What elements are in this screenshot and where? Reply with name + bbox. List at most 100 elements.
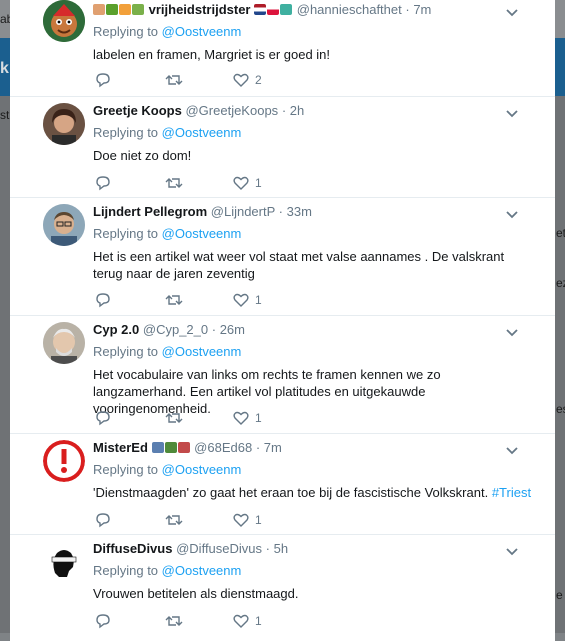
- user-handle[interactable]: @LijndertP: [211, 204, 275, 219]
- user-handle[interactable]: @68Ed68: [194, 440, 252, 455]
- reply-icon: [96, 513, 110, 528]
- flag-emoji-row: [254, 2, 297, 17]
- emoji-row: [151, 440, 195, 455]
- retweet-icon: [165, 295, 183, 305]
- user-handle[interactable]: @DiffuseDivus: [176, 541, 262, 556]
- heart-icon: [233, 293, 249, 307]
- like-count: 1: [255, 293, 262, 307]
- avatar[interactable]: [43, 103, 85, 145]
- heart-icon: [233, 513, 249, 527]
- replying-to-link[interactable]: @Oostveenm: [162, 563, 242, 578]
- heart-icon: [233, 176, 249, 190]
- display-name[interactable]: Cyp 2.0: [93, 322, 139, 337]
- user-photo-icon: [43, 103, 85, 145]
- replying-to: Replying to @Oostveenm: [93, 344, 242, 359]
- reply-tweet[interactable]: Lijndert Pellegrom @LijndertP · 33m Repl…: [10, 198, 555, 316]
- hashtag-link[interactable]: #Triest: [492, 485, 531, 500]
- tweet-text: Vrouwen betitelen als dienstmaagd.: [93, 586, 299, 601]
- display-name[interactable]: Greetje Koops: [93, 103, 182, 118]
- tweet-text: 'Dienstmaagden' zo gaat het eraan toe bi…: [93, 485, 532, 500]
- timestamp[interactable]: · 26m: [212, 322, 245, 337]
- replying-to: Replying to @Oostveenm: [93, 563, 242, 578]
- tractor-emoji-icon: [164, 442, 177, 453]
- replying-to-link[interactable]: @Oostveenm: [162, 226, 242, 241]
- avatar[interactable]: [43, 204, 85, 246]
- tweet-header: DiffuseDivus @DiffuseDivus · 5h: [93, 541, 288, 556]
- heart-icon: [233, 73, 249, 87]
- tweet-text: Het is een artikel wat weer vol staat me…: [93, 249, 505, 281]
- reply-tweet[interactable]: DiffuseDivus @DiffuseDivus · 5h Replying…: [10, 535, 555, 641]
- chevron-down-icon[interactable]: [504, 208, 520, 222]
- tweet-header: Lijndert Pellegrom @LijndertP · 33m: [93, 204, 312, 219]
- display-name[interactable]: MisterEd: [93, 440, 148, 455]
- retweet-icon: [165, 178, 183, 188]
- avatar[interactable]: [43, 440, 85, 482]
- reply-tweet[interactable]: Greetje Koops @GreetjeKoops · 2h Replyin…: [10, 97, 555, 198]
- reply-icon: [96, 293, 110, 308]
- replying-to-link[interactable]: @Oostveenm: [162, 344, 242, 359]
- display-name[interactable]: Lijndert Pellegrom: [93, 204, 207, 219]
- background-text-fragment: es: [556, 402, 565, 416]
- replying-to: Replying to @Oostveenm: [93, 24, 242, 39]
- tweet-text: Het vocabulaire van links om rechts te f…: [93, 367, 441, 416]
- chevron-down-icon[interactable]: [504, 6, 520, 20]
- building-emoji-icon: [151, 442, 164, 453]
- replying-to-link[interactable]: @Oostveenm: [162, 24, 242, 39]
- background-text-fragment: e: [556, 588, 563, 602]
- like-count: 1: [255, 513, 262, 527]
- user-handle[interactable]: @GreetjeKoops: [185, 103, 278, 118]
- reply-icon: [96, 73, 110, 88]
- tweet-text: Doe niet zo dom!: [93, 148, 192, 163]
- reply-tweet[interactable]: vrijheidstrijdster @hannieschafthet · 7m…: [10, 0, 555, 97]
- carrot-emoji-icon: [119, 4, 131, 15]
- warning-avatar-icon: [43, 440, 85, 482]
- user-photo-icon: [43, 204, 85, 246]
- like-count: 2: [255, 73, 262, 87]
- plant-emoji-icon: [106, 4, 118, 15]
- display-name[interactable]: vrijheidstrijdster: [149, 2, 251, 17]
- replying-to: Replying to @Oostveenm: [93, 125, 242, 140]
- replying-to: Replying to @Oostveenm: [93, 226, 242, 241]
- retweet-icon: [165, 515, 183, 525]
- replies-panel: vrijheidstrijdster @hannieschafthet · 7m…: [10, 0, 555, 641]
- timestamp[interactable]: · 7m: [405, 2, 431, 17]
- mascot-avatar-icon: [43, 0, 85, 42]
- tweet-header: Cyp 2.0 @Cyp_2_0 · 26m: [93, 322, 245, 337]
- user-handle[interactable]: @hannieschafthet: [297, 2, 402, 17]
- user-photo-icon: [43, 322, 85, 364]
- reply-tweet[interactable]: Cyp 2.0 @Cyp_2_0 · 26m Replying to @Oost…: [10, 316, 555, 434]
- like-count: 1: [255, 614, 262, 628]
- poland-flag-icon: [267, 4, 280, 15]
- display-name[interactable]: DiffuseDivus: [93, 541, 172, 556]
- tweet-header: MisterEd @68Ed68 · 7m: [93, 440, 282, 455]
- timestamp[interactable]: · 2h: [282, 103, 304, 118]
- reply-tweet[interactable]: MisterEd @68Ed68 · 7m Replying to @Oostv…: [10, 434, 555, 535]
- replying-to: Replying to @Oostveenm: [93, 462, 242, 477]
- avatar[interactable]: [43, 322, 85, 364]
- like-count: 1: [255, 176, 262, 190]
- chevron-down-icon[interactable]: [504, 444, 520, 458]
- timestamp[interactable]: · 33m: [279, 204, 312, 219]
- heart-icon: [233, 411, 249, 425]
- reply-icon: [96, 411, 110, 426]
- heart-icon: [233, 614, 249, 628]
- background-text-fragment: ez: [556, 276, 565, 290]
- replying-to-link[interactable]: @Oostveenm: [162, 462, 242, 477]
- chevron-down-icon[interactable]: [504, 107, 520, 121]
- user-handle[interactable]: @Cyp_2_0: [143, 322, 208, 337]
- netherlands-flag-icon: [254, 4, 267, 15]
- like-count: 1: [255, 411, 262, 425]
- statue-of-liberty-icon: [280, 4, 293, 15]
- retweet-icon: [165, 413, 183, 423]
- avatar[interactable]: [43, 0, 85, 42]
- reply-icon: [96, 176, 110, 191]
- chevron-down-icon[interactable]: [504, 326, 520, 340]
- avatar[interactable]: [43, 541, 85, 583]
- replying-to-link[interactable]: @Oostveenm: [162, 125, 242, 140]
- background-right-column: [555, 96, 565, 633]
- timestamp[interactable]: · 7m: [256, 440, 282, 455]
- crane-emoji-icon: [177, 442, 190, 453]
- chevron-down-icon[interactable]: [504, 545, 520, 559]
- tweet-header: vrijheidstrijdster @hannieschafthet · 7m: [93, 2, 431, 17]
- timestamp[interactable]: · 5h: [266, 541, 288, 556]
